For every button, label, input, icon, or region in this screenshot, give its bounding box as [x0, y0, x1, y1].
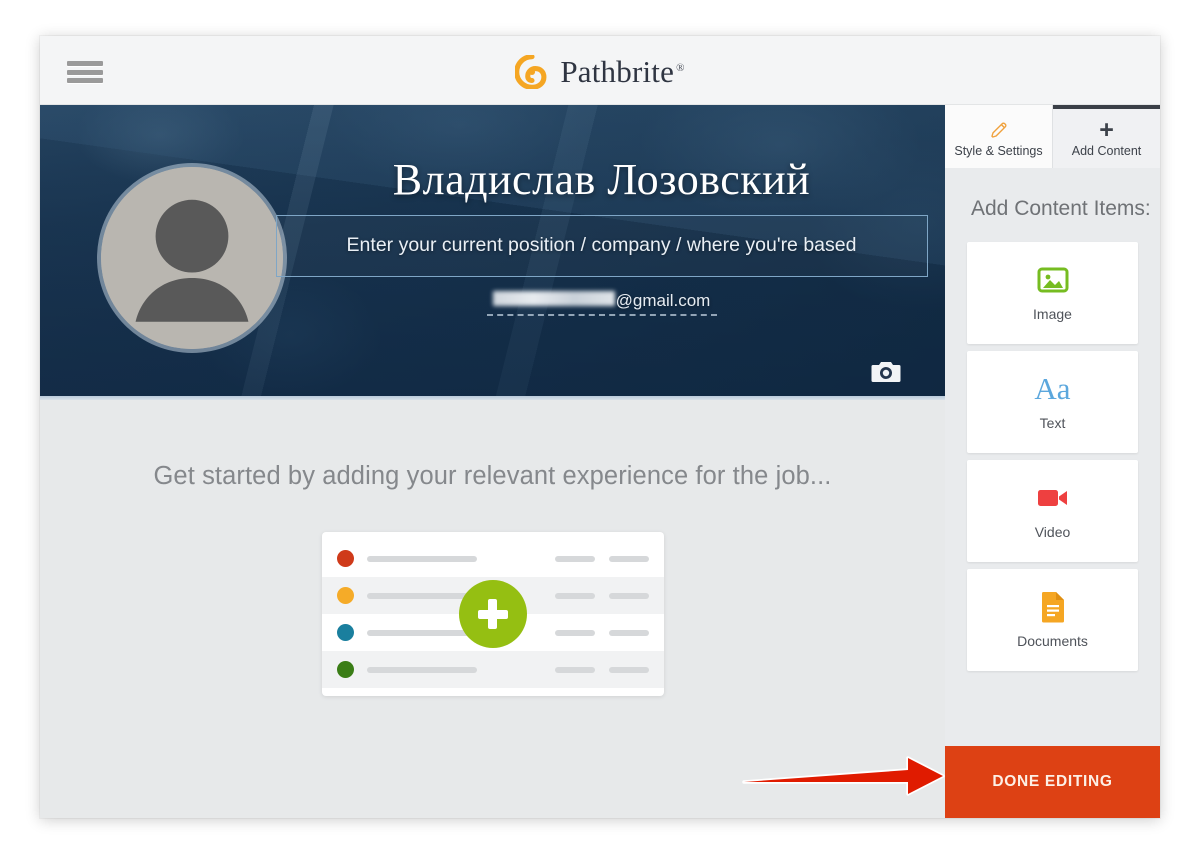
- email-field[interactable]: @gmail.com: [486, 291, 717, 317]
- row-bar: [366, 555, 477, 562]
- content-items-list: Image Aa Text Video Documents: [945, 224, 1160, 671]
- video-camera-icon: [1037, 481, 1069, 515]
- tab-label: Add Content: [1071, 144, 1142, 158]
- brand-name: Pathbrite ®: [560, 54, 684, 90]
- plus-icon: +: [1099, 116, 1114, 144]
- default-user-avatar-icon: [101, 167, 283, 349]
- row-bar-small: [554, 592, 595, 599]
- sidebar-tabs: Style & Settings + Add Content: [945, 105, 1160, 168]
- image-icon: [1037, 263, 1069, 297]
- app-body: Владислав Лозовский Enter your current p…: [40, 105, 1160, 818]
- row-dot: [336, 550, 354, 568]
- screenshot-root: Pathbrite ® Владислав Лозовский Enter yo…: [0, 0, 1200, 857]
- row-bar: [366, 592, 477, 599]
- row-bar-small: [608, 629, 649, 636]
- content-item-label: Image: [1033, 306, 1072, 323]
- headline-input[interactable]: Enter your current position / company / …: [275, 215, 928, 278]
- content-item-text[interactable]: Aa Text: [967, 350, 1138, 453]
- row-bar-small: [554, 555, 595, 562]
- page-title: Владислав Лозовский: [392, 155, 811, 204]
- profile-cover-banner: Владислав Лозовский Enter your current p…: [40, 105, 945, 400]
- row-bar: [366, 629, 477, 636]
- empty-state-title: Get started by adding your relevant expe…: [153, 462, 832, 490]
- empty-state: Get started by adding your relevant expe…: [40, 400, 945, 697]
- row-bar-small: [608, 592, 649, 599]
- pathbrite-logo-icon: [514, 54, 549, 90]
- done-editing-button[interactable]: DONE EDITING: [945, 746, 1160, 818]
- add-content-plus-icon[interactable]: [458, 580, 527, 649]
- app-window: Pathbrite ® Владислав Лозовский Enter yo…: [40, 36, 1160, 818]
- row-bar-small: [608, 666, 649, 673]
- email-domain-text: @gmail.com: [615, 291, 711, 311]
- row-dot: [336, 587, 354, 605]
- sidebar-heading: Add Content Items:: [971, 197, 1151, 220]
- row-bar-small: [608, 555, 649, 562]
- content-item-label: Video: [1034, 524, 1071, 541]
- content-item-image[interactable]: Image: [967, 241, 1138, 344]
- registered-trademark-icon: ®: [676, 61, 685, 74]
- row-bar: [366, 666, 477, 673]
- row-bar-small: [554, 666, 595, 673]
- content-item-label: Documents: [1017, 633, 1088, 650]
- cover-center-block: Владислав Лозовский Enter your current p…: [268, 155, 935, 317]
- avatar[interactable]: [101, 167, 283, 349]
- row-bar-small: [554, 629, 595, 636]
- sample-portfolio-card: [321, 532, 664, 697]
- camera-icon[interactable]: [871, 360, 901, 384]
- row-dot: [336, 624, 354, 642]
- email-value: @gmail.com: [487, 291, 717, 311]
- document-icon: [1040, 590, 1066, 624]
- pencil-icon: [989, 119, 1009, 141]
- email-underline: [486, 314, 717, 317]
- text-aa-glyph: Aa: [1034, 371, 1071, 407]
- email-blurred-username: [492, 291, 615, 307]
- text-aa-icon: Aa: [1034, 372, 1070, 406]
- brand-name-text: Pathbrite: [560, 54, 675, 89]
- content-item-documents[interactable]: Documents: [967, 568, 1138, 671]
- top-bar: Pathbrite ®: [40, 36, 1160, 105]
- list-item: [322, 540, 664, 577]
- main-content-column: Владислав Лозовский Enter your current p…: [40, 105, 945, 818]
- cover-bottom-divider: [40, 396, 945, 400]
- tab-style-and-settings[interactable]: Style & Settings: [945, 105, 1053, 168]
- brand-logo[interactable]: Pathbrite ®: [40, 54, 1160, 90]
- tab-add-content[interactable]: + Add Content: [1053, 105, 1160, 168]
- content-item-video[interactable]: Video: [967, 459, 1138, 562]
- list-item: [321, 651, 664, 689]
- tab-label: Style & Settings: [954, 144, 1043, 158]
- right-sidebar: Style & Settings + Add Content Add Conte…: [945, 105, 1160, 818]
- row-dot: [336, 661, 354, 679]
- content-item-label: Text: [1039, 415, 1066, 432]
